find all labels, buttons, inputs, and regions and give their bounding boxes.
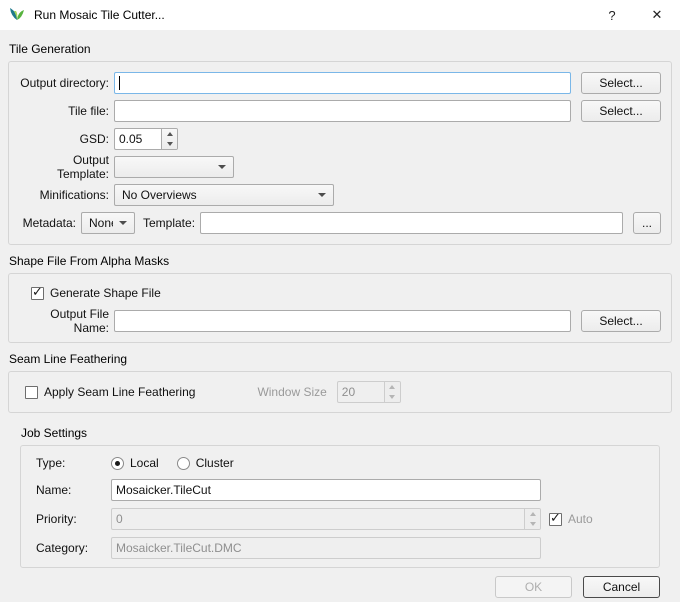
tile-generation-group: Tile Generation Output directory: Select… xyxy=(8,42,672,245)
apply-seam-line-feathering-label[interactable]: Apply Seam Line Feathering xyxy=(44,385,195,399)
output-file-name-input[interactable] xyxy=(114,310,571,332)
job-name-row: Name: xyxy=(31,479,649,501)
dropdown-arrow-icon xyxy=(318,193,326,197)
spin-down-icon[interactable] xyxy=(162,139,177,149)
generate-shape-file-checkbox[interactable] xyxy=(31,287,44,300)
output-template-combobox[interactable] xyxy=(114,156,234,178)
minifications-label: Minifications: xyxy=(19,188,114,202)
cluster-radio-label[interactable]: Cluster xyxy=(196,456,234,470)
output-directory-select-button[interactable]: Select... xyxy=(581,72,661,94)
minifications-value: No Overviews xyxy=(122,188,312,202)
shape-file-group: Shape File From Alpha Masks Generate Sha… xyxy=(8,254,672,343)
tile-generation-title: Tile Generation xyxy=(9,42,672,57)
auto-checkbox[interactable] xyxy=(549,513,562,526)
local-radio[interactable] xyxy=(111,457,124,470)
job-name-label: Name: xyxy=(36,483,111,497)
output-template-label: Output Template: xyxy=(19,153,114,181)
minifications-row: Minifications: No Overviews xyxy=(19,184,661,206)
minifications-combobox[interactable]: No Overviews xyxy=(114,184,334,206)
close-button[interactable]: ✕ xyxy=(634,0,680,30)
shape-file-title: Shape File From Alpha Masks xyxy=(9,254,672,269)
spin-up-icon xyxy=(385,382,400,392)
gsd-spin-buttons[interactable] xyxy=(161,129,177,149)
tile-generation-frame: Output directory: Select... Tile file: S… xyxy=(8,61,672,245)
ok-button: OK xyxy=(495,576,572,598)
job-settings-title: Job Settings xyxy=(21,426,672,441)
gsd-label: GSD: xyxy=(19,132,114,146)
job-settings-frame: Type: Local Cluster Name: Priority: xyxy=(20,445,660,568)
dropdown-arrow-icon xyxy=(218,165,226,169)
spin-down-icon xyxy=(385,392,400,402)
output-directory-field-wrap xyxy=(114,72,571,94)
priority-spin-buttons xyxy=(524,509,540,529)
auto-checkbox-label[interactable]: Auto xyxy=(568,512,593,526)
job-category-row: Category: xyxy=(31,537,649,559)
seam-line-title: Seam Line Feathering xyxy=(9,352,672,367)
generate-shape-file-label[interactable]: Generate Shape File xyxy=(50,286,161,300)
metadata-template-input[interactable] xyxy=(200,212,623,234)
job-settings-group: Job Settings Type: Local Cluster Name: xyxy=(8,426,672,568)
metadata-template-browse-button[interactable]: ... xyxy=(633,212,661,234)
gsd-input[interactable] xyxy=(115,129,161,149)
seam-line-frame: Apply Seam Line Feathering Window Size xyxy=(8,371,672,413)
shape-file-frame: Generate Shape File Output File Name: Se… xyxy=(8,273,672,343)
spin-down-icon xyxy=(525,519,540,529)
auto-priority-option[interactable]: Auto xyxy=(549,512,593,526)
dropdown-arrow-icon xyxy=(119,221,127,225)
metadata-template-label: Template: xyxy=(143,216,195,230)
cluster-radio[interactable] xyxy=(177,457,190,470)
job-name-input[interactable] xyxy=(111,479,541,501)
output-directory-label: Output directory: xyxy=(19,76,114,90)
gsd-spinbox[interactable] xyxy=(114,128,178,150)
job-category-label: Category: xyxy=(36,541,111,555)
seam-line-group: Seam Line Feathering Apply Seam Line Fea… xyxy=(8,352,672,413)
output-directory-input[interactable] xyxy=(114,72,571,94)
job-type-label: Type: xyxy=(36,456,111,470)
output-file-name-select-button[interactable]: Select... xyxy=(581,310,661,332)
help-button[interactable]: ? xyxy=(590,0,634,30)
window-title: Run Mosaic Tile Cutter... xyxy=(34,8,165,22)
priority-spinbox xyxy=(111,508,541,530)
job-type-local-option[interactable]: Local xyxy=(111,456,159,470)
cancel-button[interactable]: Cancel xyxy=(583,576,660,598)
title-bar[interactable]: Run Mosaic Tile Cutter... ? ✕ xyxy=(0,0,680,30)
dialog-footer: OK Cancel xyxy=(8,576,672,598)
priority-input xyxy=(112,509,524,529)
window-size-spin-buttons xyxy=(384,382,400,402)
seam-line-row: Apply Seam Line Feathering Window Size xyxy=(19,380,661,404)
window-size-input xyxy=(338,382,384,402)
output-file-name-row: Output File Name: Select... xyxy=(19,310,661,332)
gsd-row: GSD: xyxy=(19,128,661,150)
job-priority-row: Priority: Auto xyxy=(31,508,649,530)
metadata-label: Metadata: xyxy=(19,216,81,230)
metadata-value: None xyxy=(89,216,113,230)
tile-file-input[interactable] xyxy=(114,100,571,122)
window-size-label: Window Size xyxy=(257,385,326,399)
job-type-cluster-option[interactable]: Cluster xyxy=(177,456,234,470)
dialog-content: Tile Generation Output directory: Select… xyxy=(0,30,680,598)
metadata-combobox[interactable]: None xyxy=(81,212,135,234)
app-logo-icon xyxy=(9,7,25,23)
local-radio-label[interactable]: Local xyxy=(130,456,159,470)
tile-file-row: Tile file: Select... xyxy=(19,100,661,122)
metadata-row: Metadata: None Template: ... xyxy=(19,212,661,234)
output-template-row: Output Template: xyxy=(19,156,661,178)
tile-file-label: Tile file: xyxy=(19,104,114,118)
output-file-name-label: Output File Name: xyxy=(19,307,114,335)
run-mosaic-tile-cutter-dialog: Run Mosaic Tile Cutter... ? ✕ Tile Gener… xyxy=(0,0,680,598)
spin-up-icon xyxy=(525,509,540,519)
apply-seam-line-feathering-checkbox[interactable] xyxy=(25,386,38,399)
tile-file-select-button[interactable]: Select... xyxy=(581,100,661,122)
job-category-input xyxy=(111,537,541,559)
text-caret xyxy=(119,76,120,90)
spin-up-icon[interactable] xyxy=(162,129,177,139)
window-size-spinbox xyxy=(337,381,401,403)
output-directory-row: Output directory: Select... xyxy=(19,72,661,94)
job-type-row: Type: Local Cluster xyxy=(31,454,649,472)
job-priority-label: Priority: xyxy=(36,512,111,526)
generate-shape-file-row: Generate Shape File xyxy=(19,284,661,302)
